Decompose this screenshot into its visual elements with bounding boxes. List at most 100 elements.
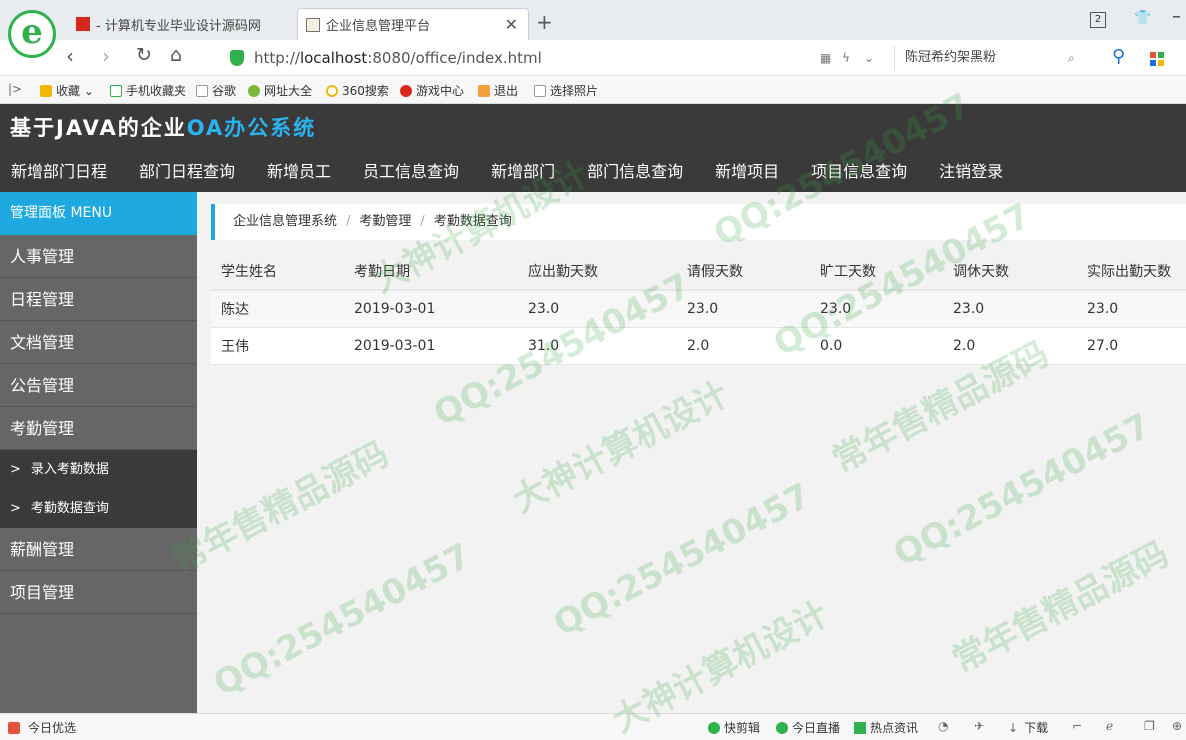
sidebar-header: 管理面板 MENU bbox=[0, 192, 197, 235]
browser-tab-1[interactable]: - 计算机专业毕业设计源码网 bbox=[74, 8, 296, 40]
fav-exit[interactable]: 退出 bbox=[478, 82, 518, 99]
attendance-table: 学生姓名 考勤日期 应出勤天数 请假天数 旷工天数 调休天数 实际出勤天数 陈达… bbox=[211, 252, 1186, 365]
sidebar: 管理面板 MENU 人事管理 日程管理 文档管理 公告管理 考勤管理 > 录入考勤… bbox=[0, 192, 197, 713]
nav-add-employee[interactable]: 新增员工 bbox=[267, 158, 331, 186]
column-header: 考勤日期 bbox=[344, 252, 518, 291]
top-nav: 新增部门日程 部门日程查询 新增员工 员工信息查询 新增部门 部门信息查询 新增… bbox=[0, 158, 1003, 186]
fav-360[interactable]: 360搜索 bbox=[326, 82, 389, 99]
download-icon: ↓ bbox=[1008, 721, 1019, 735]
gift-icon bbox=[8, 722, 20, 734]
table-cell: 23.0 bbox=[518, 290, 677, 328]
fav-photos[interactable]: 选择照片 bbox=[534, 82, 598, 99]
fav-mobile[interactable]: 手机收藏夹 bbox=[110, 82, 186, 99]
status-download[interactable]: ↓ 下载 bbox=[1008, 719, 1048, 736]
search-input[interactable]: 陈冠希约架黑粉 bbox=[894, 46, 1094, 70]
sidebar-item-attendance[interactable]: 考勤管理 bbox=[0, 407, 197, 450]
minimize-icon[interactable]: – bbox=[1172, 6, 1181, 27]
refresh-icon[interactable]: ↻ bbox=[136, 46, 152, 65]
favorites-bar: |> 收藏 ⌄ 手机收藏夹 谷歌 网址大全 360搜索 游戏中心 退出 选择照片 bbox=[0, 76, 1186, 104]
table-cell: 2019-03-01 bbox=[344, 290, 518, 328]
table-cell: 23.0 bbox=[810, 290, 943, 328]
nav-add-dept[interactable]: 新增部门 bbox=[491, 158, 555, 186]
table-row: 王伟 2019-03-01 31.0 2.0 0.0 2.0 27.0 bbox=[211, 327, 1186, 365]
sidebar-toggle-icon[interactable]: |> bbox=[8, 82, 22, 96]
nav-add-project[interactable]: 新增项目 bbox=[715, 158, 779, 186]
home-icon[interactable]: ⌂ bbox=[170, 46, 182, 65]
qrcode-icon[interactable]: ▦ bbox=[820, 51, 831, 65]
table-cell: 2.0 bbox=[677, 327, 810, 365]
fav-hao[interactable]: 网址大全 bbox=[248, 82, 312, 99]
360-icon bbox=[326, 85, 338, 97]
nav-add-dept-schedule[interactable]: 新增部门日程 bbox=[11, 158, 107, 186]
security-shield-icon[interactable] bbox=[230, 50, 244, 66]
table-cell: 23.0 bbox=[943, 290, 1077, 328]
apps-grid-icon[interactable] bbox=[1150, 52, 1164, 66]
forward-icon[interactable]: › bbox=[102, 46, 110, 66]
address-toolbar: ‹ › ↻ ⌂ http://localhost:8080/office/ind… bbox=[0, 40, 1186, 76]
sidebar-subitem-attendance-query[interactable]: > 考勤数据查询 bbox=[0, 489, 197, 528]
news-icon bbox=[854, 722, 866, 734]
breadcrumb-item[interactable]: 考勤管理 bbox=[359, 214, 411, 229]
search-icon[interactable]: ⌕ bbox=[1068, 51, 1075, 66]
pin-icon[interactable]: ✈ bbox=[974, 719, 984, 733]
screenshot-icon[interactable]: ⌐ bbox=[1072, 719, 1082, 733]
page-icon bbox=[534, 85, 546, 97]
star-icon bbox=[40, 85, 52, 97]
search-engine-icon[interactable]: ⚲ bbox=[1112, 46, 1125, 67]
site-favicon-icon bbox=[76, 17, 90, 31]
table-row: 陈达 2019-03-01 23.0 23.0 23.0 23.0 23.0 bbox=[211, 290, 1186, 328]
column-header: 学生姓名 bbox=[211, 252, 344, 291]
fav-google[interactable]: 谷歌 bbox=[196, 82, 236, 99]
ie-mode-icon[interactable]: ℯ bbox=[1106, 719, 1113, 733]
chevron-down-icon[interactable]: ⌄ bbox=[864, 51, 874, 65]
sidebar-subitem-add-attendance[interactable]: > 录入考勤数据 bbox=[0, 450, 197, 489]
page-favicon-icon bbox=[306, 17, 320, 32]
close-tab-icon[interactable]: ✕ bbox=[505, 15, 518, 34]
browser-statusbar: 今日优选 快剪辑 今日直播 热点资讯 ◔ ✈ ↓ 下载 ⌐ ℯ ❐ ⊕ bbox=[0, 713, 1186, 740]
column-header: 应出勤天数 bbox=[518, 252, 677, 291]
globe-icon bbox=[248, 85, 260, 97]
page-icon bbox=[196, 85, 208, 97]
sidebar-item-projects[interactable]: 项目管理 bbox=[0, 571, 197, 614]
nav-employee-query[interactable]: 员工信息查询 bbox=[363, 158, 459, 186]
browser-tabbar: e - 计算机专业毕业设计源码网 企业信息管理平台 ✕ + 2 👕 – bbox=[0, 0, 1186, 58]
column-header: 请假天数 bbox=[677, 252, 810, 291]
url-field[interactable]: http://localhost:8080/office/index.html bbox=[254, 49, 542, 67]
favorites-menu[interactable]: 收藏 ⌄ bbox=[40, 82, 94, 99]
browser-logo-icon: e bbox=[8, 10, 56, 58]
zoom-icon[interactable]: ⊕ bbox=[1172, 719, 1182, 733]
sidebar-item-salary[interactable]: 薪酬管理 bbox=[0, 528, 197, 571]
new-tab-icon[interactable]: + bbox=[536, 12, 553, 32]
chevron-right-icon: > bbox=[10, 501, 21, 516]
column-header: 实际出勤天数 bbox=[1077, 252, 1186, 291]
chevron-right-icon: > bbox=[10, 462, 21, 477]
fav-games[interactable]: 游戏中心 bbox=[400, 82, 464, 99]
speed-icon[interactable]: ◔ bbox=[938, 719, 948, 733]
nav-dept-schedule-query[interactable]: 部门日程查询 bbox=[139, 158, 235, 186]
tab-title: - 计算机专业毕业设计源码网 bbox=[96, 18, 261, 34]
status-news[interactable]: 热点资讯 bbox=[854, 719, 918, 736]
table-cell: 陈达 bbox=[211, 290, 344, 328]
column-header: 旷工天数 bbox=[810, 252, 943, 291]
sidebar-item-notices[interactable]: 公告管理 bbox=[0, 364, 197, 407]
breadcrumb-item[interactable]: 企业信息管理系统 bbox=[233, 214, 337, 229]
browser-tab-2-active[interactable]: 企业信息管理平台 ✕ bbox=[297, 8, 529, 40]
sidebar-item-schedule[interactable]: 日程管理 bbox=[0, 278, 197, 321]
status-live[interactable]: 今日直播 bbox=[776, 719, 840, 736]
window-count-badge[interactable]: 2 bbox=[1090, 12, 1106, 28]
back-icon[interactable]: ‹ bbox=[66, 46, 74, 66]
table-cell: 31.0 bbox=[518, 327, 677, 365]
play-icon bbox=[708, 722, 720, 734]
skin-icon[interactable]: 👕 bbox=[1134, 10, 1151, 26]
status-today-picks[interactable]: 今日优选 bbox=[8, 719, 76, 736]
status-quick-edit[interactable]: 快剪辑 bbox=[708, 719, 760, 736]
app-header: 基于JAVA的企业OA办公系统 新增部门日程 部门日程查询 新增员工 员工信息查… bbox=[0, 104, 1186, 192]
nav-project-query[interactable]: 项目信息查询 bbox=[811, 158, 907, 186]
sidebar-item-hr[interactable]: 人事管理 bbox=[0, 235, 197, 278]
window-icon[interactable]: ❐ bbox=[1144, 719, 1155, 733]
nav-dept-query[interactable]: 部门信息查询 bbox=[587, 158, 683, 186]
table-cell: 23.0 bbox=[677, 290, 810, 328]
nav-logout[interactable]: 注销登录 bbox=[939, 158, 1003, 186]
sidebar-item-documents[interactable]: 文档管理 bbox=[0, 321, 197, 364]
lightning-icon[interactable]: ϟ bbox=[842, 51, 850, 65]
